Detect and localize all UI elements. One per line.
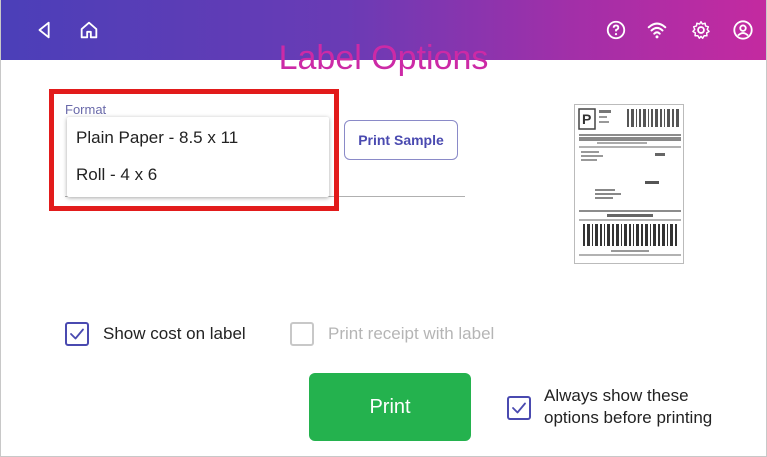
- label-preview-image: P: [574, 104, 684, 264]
- always-show-label: Always show these options before printin…: [544, 385, 754, 429]
- svg-text:P: P: [582, 111, 591, 127]
- show-cost-label: Show cost on label: [103, 324, 246, 343]
- always-show-label-line2: options before printing: [544, 408, 713, 427]
- print-button[interactable]: Print: [309, 373, 471, 441]
- show-cost-checkbox[interactable]: [65, 322, 89, 346]
- app-screen: Label Options Format Print Sample Plain …: [0, 0, 767, 457]
- print-sample-button[interactable]: Print Sample: [344, 120, 458, 160]
- show-cost-checkbox-row[interactable]: Show cost on label: [65, 322, 246, 346]
- checkmark-icon: [70, 328, 84, 340]
- always-show-label-line1: Always show these: [544, 386, 689, 405]
- highlight-box: [49, 89, 339, 211]
- checkmark-icon: [512, 402, 526, 414]
- always-show-checkbox[interactable]: [507, 396, 531, 420]
- always-show-checkbox-row[interactable]: [507, 396, 531, 420]
- print-receipt-label: Print receipt with label: [328, 324, 495, 343]
- print-receipt-checkbox[interactable]: [290, 322, 314, 346]
- print-receipt-checkbox-row[interactable]: Print receipt with label: [290, 322, 494, 346]
- page-title: Label Options: [278, 39, 489, 77]
